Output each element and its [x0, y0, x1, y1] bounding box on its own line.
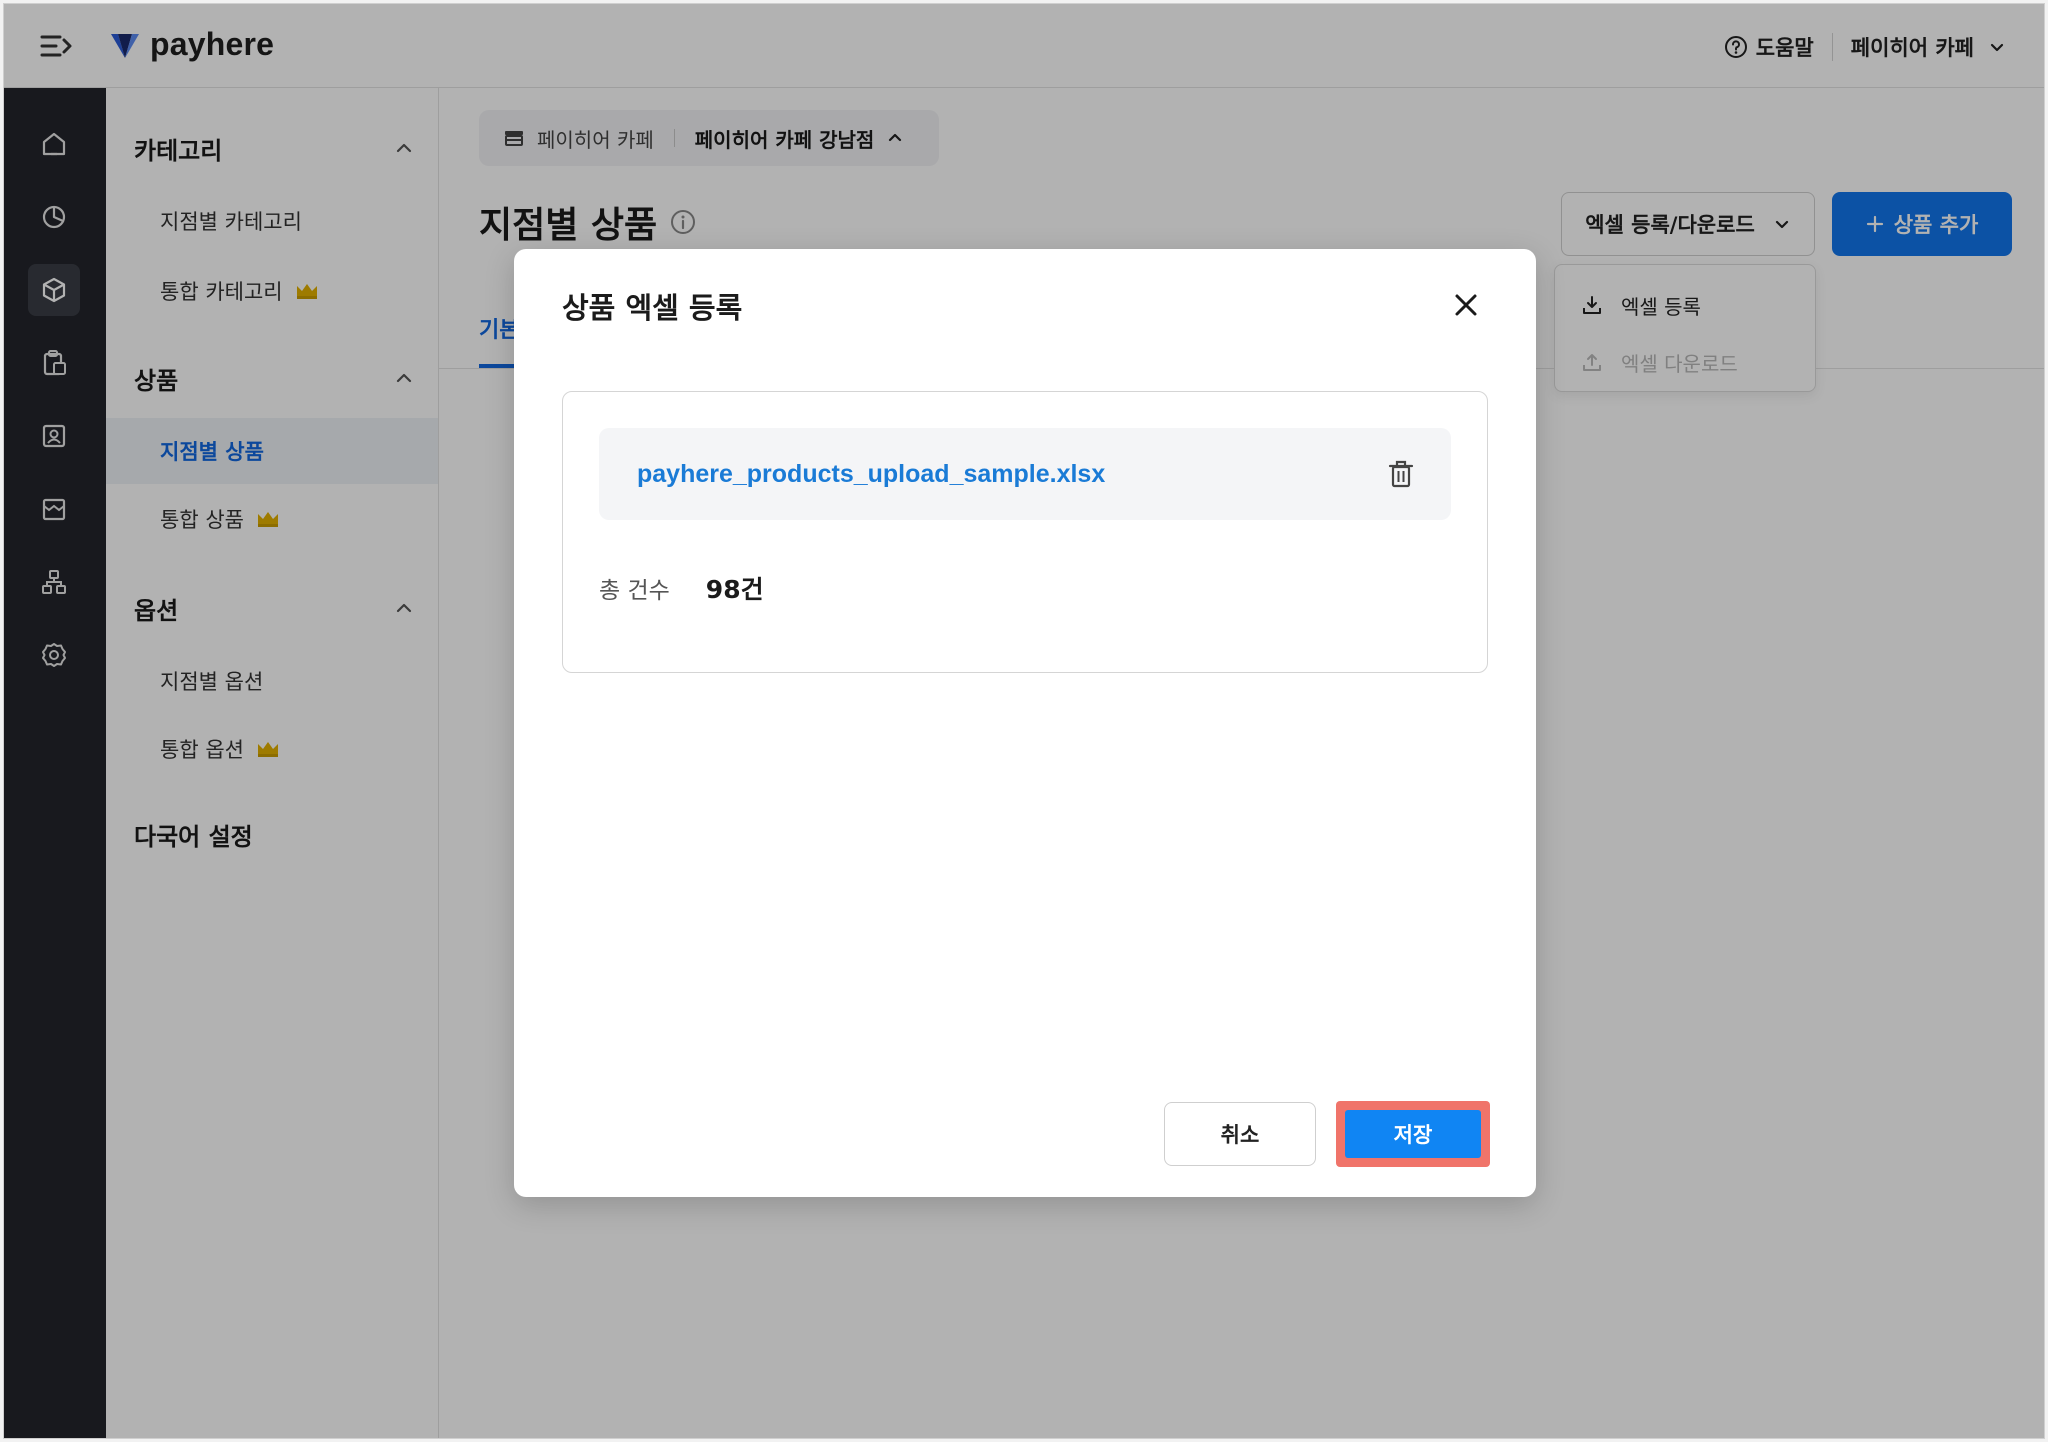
upload-file-panel: payhere_products_upload_sample.xlsx 총 건수… [562, 391, 1488, 673]
uploaded-file-row: payhere_products_upload_sample.xlsx [599, 428, 1451, 520]
close-button[interactable] [1446, 285, 1486, 325]
close-icon [1455, 294, 1477, 316]
count-value: 98건 [705, 575, 764, 604]
trash-icon[interactable] [1387, 459, 1415, 489]
excel-upload-modal: 상품 엑셀 등록 payhere_products_upload_sample.… [514, 249, 1536, 1197]
file-name-link[interactable]: payhere_products_upload_sample.xlsx [637, 460, 1105, 489]
cancel-button[interactable]: 취소 [1164, 1102, 1316, 1166]
save-button[interactable]: 저장 [1345, 1110, 1481, 1158]
count-label: 총 건수 [599, 578, 670, 604]
total-count-row: 총 건수 98건 [599, 570, 764, 606]
modal-title: 상품 엑셀 등록 [562, 291, 743, 325]
app-window: payhere 도움말 페이히어 카페 카테고리 지점별 카테고리 통합 카테고… [3, 3, 2045, 1439]
save-button-highlight: 저장 [1336, 1101, 1490, 1167]
